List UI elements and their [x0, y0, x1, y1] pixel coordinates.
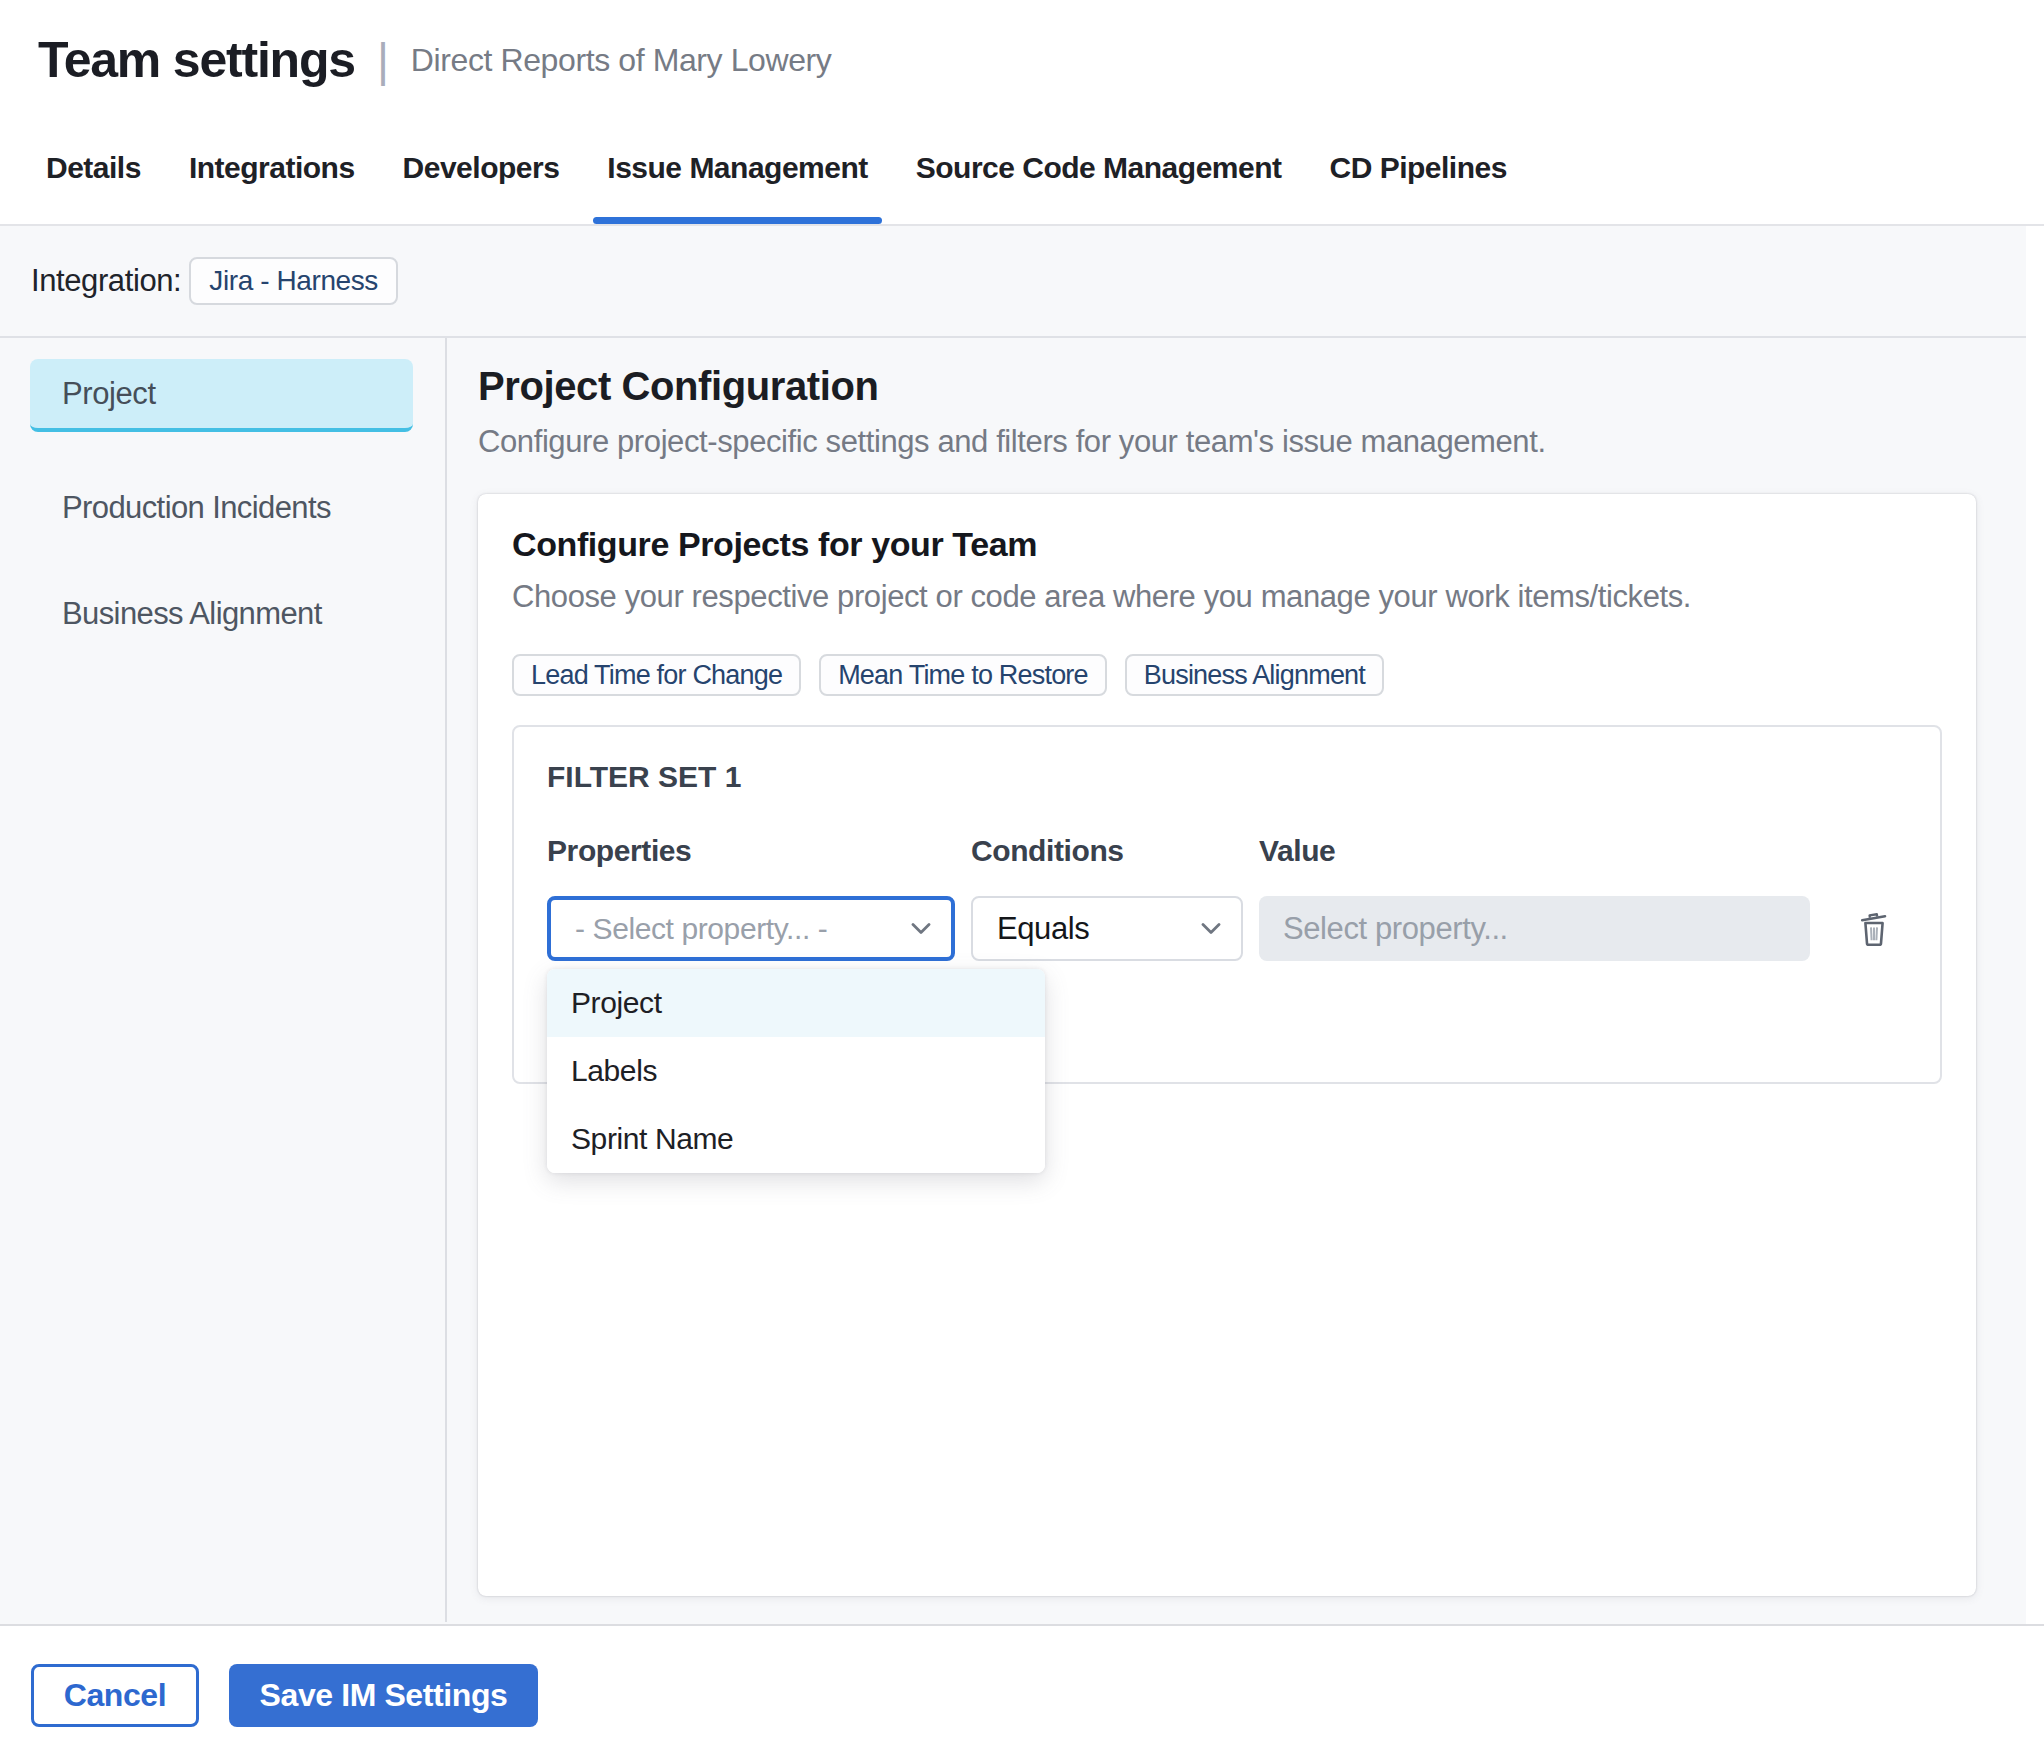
integration-row: Integration: Jira - Harness	[0, 226, 2026, 338]
footer-bar: Cancel Save IM Settings	[0, 1624, 2044, 1752]
page-header: Team settings | Direct Reports of Mary L…	[0, 0, 2044, 112]
tab-integrations[interactable]: Integrations	[165, 112, 379, 224]
properties-dropdown: Project Labels Sprint Name	[547, 969, 1045, 1173]
dropdown-option-project[interactable]: Project	[547, 969, 1045, 1037]
page-subtitle: Direct Reports of Mary Lowery	[411, 42, 832, 79]
card-description: Choose your respective project or code a…	[512, 576, 1942, 618]
trash-icon	[1859, 911, 1889, 947]
content-band: Integration: Jira - Harness Project Prod…	[0, 226, 2026, 1624]
column-label-properties: Properties	[547, 836, 971, 866]
integration-chip[interactable]: Jira - Harness	[189, 257, 398, 305]
chevron-down-icon	[911, 923, 931, 935]
integration-label: Integration:	[31, 263, 181, 299]
chip-lead-time-for-change[interactable]: Lead Time for Change	[512, 654, 801, 696]
tab-issue-management[interactable]: Issue Management	[583, 112, 891, 224]
configure-projects-card: Configure Projects for your Team Choose …	[478, 494, 1976, 1596]
filter-set-title: FILTER SET 1	[547, 762, 1907, 792]
conditions-select[interactable]: Equals	[971, 896, 1243, 961]
delete-filter-button[interactable]	[1852, 903, 1896, 955]
chip-mean-time-to-restore[interactable]: Mean Time to Restore	[819, 654, 1107, 696]
title-separator: |	[377, 33, 389, 87]
chip-business-alignment[interactable]: Business Alignment	[1125, 654, 1384, 696]
card-title: Configure Projects for your Team	[512, 524, 1942, 564]
cancel-button[interactable]: Cancel	[31, 1664, 199, 1727]
section-subheading: Configure project-specific settings and …	[478, 420, 1976, 464]
page: Team settings | Direct Reports of Mary L…	[0, 0, 2044, 1752]
main-content: Project Configuration Configure project-…	[447, 338, 1976, 1622]
tab-details[interactable]: Details	[22, 112, 165, 224]
sidebar-item-business-alignment[interactable]: Business Alignment	[0, 561, 445, 667]
section-heading: Project Configuration	[478, 360, 1976, 412]
tab-cd-pipelines[interactable]: CD Pipelines	[1306, 112, 1531, 224]
dropdown-option-sprint-name[interactable]: Sprint Name	[547, 1105, 1045, 1173]
tab-source-code-management[interactable]: Source Code Management	[892, 112, 1306, 224]
tab-developers[interactable]: Developers	[379, 112, 584, 224]
properties-select[interactable]: - Select property... -	[547, 896, 955, 961]
value-input[interactable]: Select property...	[1259, 896, 1810, 961]
column-label-value: Value	[1259, 836, 1810, 866]
dropdown-option-labels[interactable]: Labels	[547, 1037, 1045, 1105]
save-im-settings-button[interactable]: Save IM Settings	[229, 1664, 538, 1727]
tab-bar: Details Integrations Developers Issue Ma…	[0, 112, 2044, 226]
sidebar: Project Production Incidents Business Al…	[0, 338, 447, 1622]
metric-chips: Lead Time for Change Mean Time to Restor…	[512, 654, 1942, 696]
sidebar-item-production-incidents[interactable]: Production Incidents	[0, 455, 445, 561]
page-title: Team settings	[38, 20, 355, 100]
sidebar-item-project[interactable]: Project	[30, 359, 413, 432]
chevron-down-icon	[1201, 923, 1221, 935]
column-label-conditions: Conditions	[971, 836, 1259, 866]
filter-set-box: FILTER SET 1 Properties Conditions Value…	[512, 725, 1942, 1084]
